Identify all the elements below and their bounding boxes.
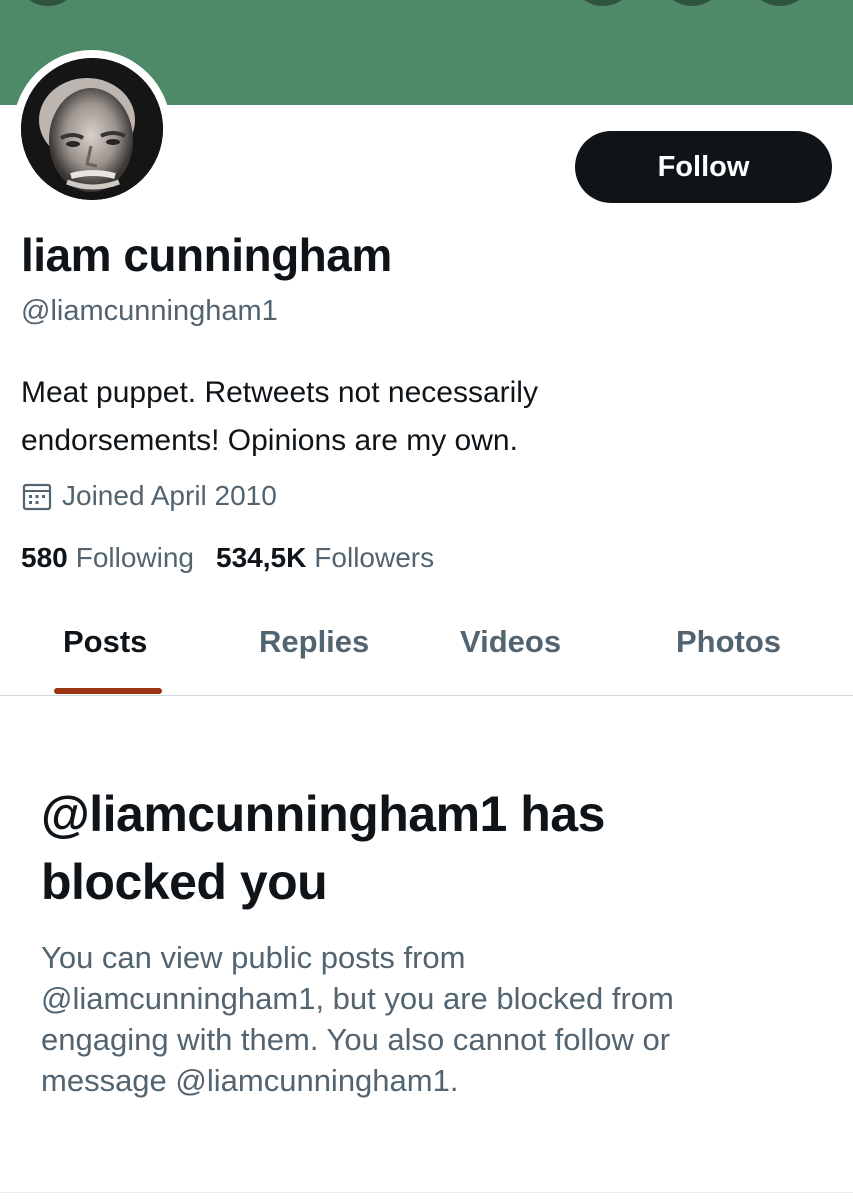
active-tab-indicator bbox=[54, 688, 162, 694]
bio-line: endorsements! Opinions are my own. bbox=[21, 424, 518, 457]
calendar-icon bbox=[22, 483, 52, 511]
following-link[interactable]: 580 Following bbox=[21, 542, 194, 574]
following-count: 580 bbox=[21, 542, 68, 573]
back-button[interactable] bbox=[20, 0, 76, 6]
banner-action-button[interactable] bbox=[575, 0, 631, 6]
avatar-photo bbox=[21, 58, 163, 200]
blocked-title-line: blocked you bbox=[41, 854, 328, 910]
banner-action-button[interactable] bbox=[664, 0, 720, 6]
banner-action-button[interactable] bbox=[752, 0, 808, 6]
joined-date: Joined April 2010 bbox=[21, 478, 277, 514]
following-label: Following bbox=[75, 542, 194, 573]
blocked-message-line: engaging with them. You also cannot foll… bbox=[41, 1022, 671, 1057]
blocked-message-line: @liamcunningham1, but you are blocked fr… bbox=[41, 981, 674, 1016]
followers-count: 534,5K bbox=[216, 542, 307, 573]
display-name: liam cunningham bbox=[21, 229, 392, 281]
blocked-message: You can view public posts from @liamcunn… bbox=[41, 937, 831, 1101]
tab-videos[interactable]: Videos bbox=[460, 624, 561, 660]
followers-link[interactable]: 534,5K Followers bbox=[216, 542, 434, 574]
follow-button[interactable]: Follow bbox=[575, 131, 832, 203]
tab-replies[interactable]: Replies bbox=[259, 624, 369, 660]
bio-line: Meat puppet. Retweets not necessarily bbox=[21, 376, 538, 409]
bottom-divider bbox=[0, 1192, 853, 1193]
profile-handle: @liamcunningham1 bbox=[21, 295, 278, 327]
blocked-title: @liamcunningham1 has blocked you bbox=[41, 780, 831, 916]
joined-text: Joined April 2010 bbox=[62, 480, 277, 511]
blocked-message-line: You can view public posts from bbox=[41, 940, 466, 975]
tab-posts[interactable]: Posts bbox=[63, 624, 147, 660]
profile-bio: Meat puppet. Retweets not necessarily en… bbox=[21, 369, 821, 465]
followers-label: Followers bbox=[314, 542, 435, 573]
blocked-title-line: @liamcunningham1 has bbox=[41, 786, 605, 842]
avatar[interactable] bbox=[21, 58, 163, 200]
tab-photos[interactable]: Photos bbox=[676, 624, 781, 660]
blocked-message-line: message @liamcunningham1. bbox=[41, 1063, 459, 1098]
profile-tabs: Posts Replies Videos Photos bbox=[0, 600, 853, 696]
tabs-divider bbox=[0, 695, 853, 696]
profile-stats: 580 Following 534,5K Followers bbox=[21, 542, 434, 574]
